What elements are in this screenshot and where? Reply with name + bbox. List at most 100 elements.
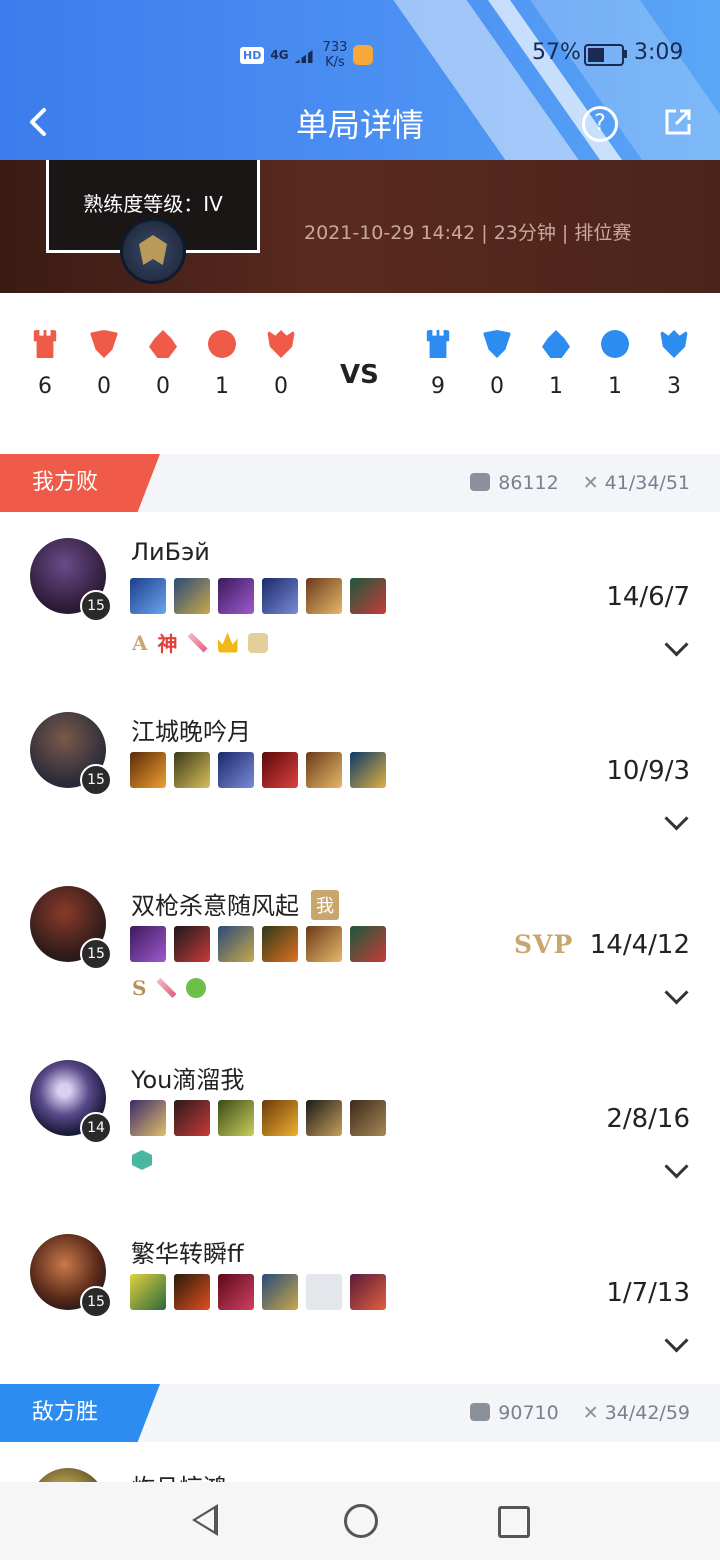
stat-value: 6: [38, 374, 52, 399]
enemy-stat-2: 0: [475, 330, 519, 399]
svp-badge: SVP: [514, 930, 574, 959]
player-name-text: 双枪杀意随风起: [131, 892, 299, 920]
item-list: [130, 578, 386, 614]
item-icon: [174, 578, 210, 614]
item-icon: [218, 1274, 254, 1310]
rune-list: A 神: [132, 628, 268, 657]
crossed-swords-icon: ✕: [582, 472, 599, 494]
help-button[interactable]: ?: [582, 106, 618, 142]
rune-icon: [156, 978, 177, 998]
player-row[interactable]: 15 ЛиБэй A 神 14/6/7: [0, 512, 720, 687]
item-icon: [218, 1100, 254, 1136]
eye-crest-icon: [208, 330, 236, 358]
player-row[interactable]: 15 江城晚吟月 10/9/3: [0, 686, 720, 861]
item-list: [130, 1274, 386, 1310]
nav-back-icon[interactable]: [192, 1504, 218, 1536]
hero-level-badge: 15: [80, 1286, 112, 1318]
team-gold: 86112: [498, 472, 559, 494]
enemy-stat-4: 1: [593, 330, 637, 399]
expand-chevron-icon[interactable]: [664, 1328, 689, 1353]
battery-percent: 57%: [532, 40, 581, 65]
flame-crest-icon: [149, 330, 177, 358]
hero-level-badge: 15: [80, 938, 112, 970]
player-row-partial[interactable]: 炸且惊鸿: [0, 1442, 720, 1482]
rank-badge-icon: [120, 218, 186, 284]
item-list: [130, 926, 386, 962]
stat-value: 0: [97, 374, 111, 399]
hero-level-badge: 15: [80, 590, 112, 622]
clock: 3:09: [634, 40, 684, 65]
app-notification-icon: [353, 45, 374, 65]
expand-chevron-icon[interactable]: [664, 632, 689, 657]
item-icon: [306, 578, 342, 614]
shield-crest-icon: [483, 330, 511, 358]
item-icon: [306, 1100, 342, 1136]
crown-icon: [217, 632, 238, 653]
flame-crest-icon: [542, 330, 570, 358]
battery-tip: [624, 50, 627, 58]
nav-recents-icon[interactable]: [498, 1506, 530, 1538]
player-row[interactable]: 15 双枪杀意随风起我 S SVP 14/4/12: [0, 860, 720, 1035]
player-name: 炸且惊鸿: [131, 1468, 227, 1482]
ally-stat-4: 1: [200, 330, 244, 399]
mastery-level: 熟练度等级：IV: [83, 192, 223, 216]
objective-stats: 6 0 0 1 0 VS 9 0 1 1 3: [0, 330, 720, 420]
stat-value: 0: [490, 374, 504, 399]
battery-icon: [584, 44, 624, 66]
hd-icon: HD: [240, 46, 265, 64]
player-kda: 2/8/16: [606, 1104, 690, 1134]
player-name: 双枪杀意随风起我: [131, 886, 339, 921]
expand-chevron-icon[interactable]: [664, 980, 689, 1005]
share-button[interactable]: [664, 108, 692, 136]
self-tag: 我: [311, 890, 339, 920]
item-icon: [306, 926, 342, 962]
rune-icon: [187, 632, 208, 653]
item-list: [130, 1100, 386, 1136]
dragon-crest-icon: [660, 330, 688, 358]
player-row[interactable]: 14 You滴溜我 2/8/16: [0, 1034, 720, 1209]
team-result-tag: 敌方胜: [0, 1384, 160, 1442]
ally-stat-5: 0: [259, 330, 303, 399]
team-kda: 34/42/59: [604, 1402, 690, 1424]
network-speed: 733 K/s: [322, 40, 348, 70]
item-icon: [130, 1274, 166, 1310]
ally-stat-2: 0: [82, 330, 126, 399]
player-name: 繁华转瞬ff: [131, 1240, 244, 1268]
tower-icon: [426, 330, 450, 358]
app-header: HD 4G 733 K/s 57% 3:09 单局详情 ?: [0, 0, 720, 160]
vs-label: VS: [340, 360, 379, 390]
hero-avatar: [30, 1468, 106, 1482]
enemy-stat-5: 3: [652, 330, 696, 399]
tower-icon: [33, 330, 57, 358]
eye-crest-icon: [601, 330, 629, 358]
ally-stat-3: 0: [141, 330, 185, 399]
expand-chevron-icon[interactable]: [664, 806, 689, 831]
item-icon: [350, 752, 386, 788]
ally-tower-stat: 6: [23, 330, 67, 399]
item-icon: [306, 752, 342, 788]
item-icon: [130, 926, 166, 962]
player-kda: 10/9/3: [606, 756, 690, 786]
player-name: You滴溜我: [131, 1066, 245, 1094]
rune-icon: [186, 978, 207, 998]
nav-home-icon[interactable]: [344, 1504, 378, 1538]
empty-item-slot: [306, 1274, 342, 1310]
player-row[interactable]: 15 繁华转瞬ff 1/7/13: [0, 1208, 720, 1382]
player-name: ЛиБэй: [131, 538, 210, 566]
item-icon: [350, 578, 386, 614]
item-icon: [130, 752, 166, 788]
item-icon: [218, 578, 254, 614]
stat-value: 1: [549, 374, 563, 399]
network-type: 4G: [270, 48, 289, 62]
gold-icon: [470, 1403, 491, 1421]
team-gold: 90710: [498, 1402, 559, 1424]
gold-icon: [470, 473, 491, 491]
player-kda: 14/4/12: [589, 930, 690, 960]
expand-chevron-icon[interactable]: [664, 1154, 689, 1179]
hero-level-badge: 15: [80, 764, 112, 796]
network-indicator: HD 4G 733 K/s: [240, 40, 374, 70]
rune-list: [132, 1150, 152, 1170]
item-icon: [350, 1100, 386, 1136]
hero-level-badge: 14: [80, 1112, 112, 1144]
team-stats: 86112 ✕ 41/34/51: [470, 454, 690, 512]
